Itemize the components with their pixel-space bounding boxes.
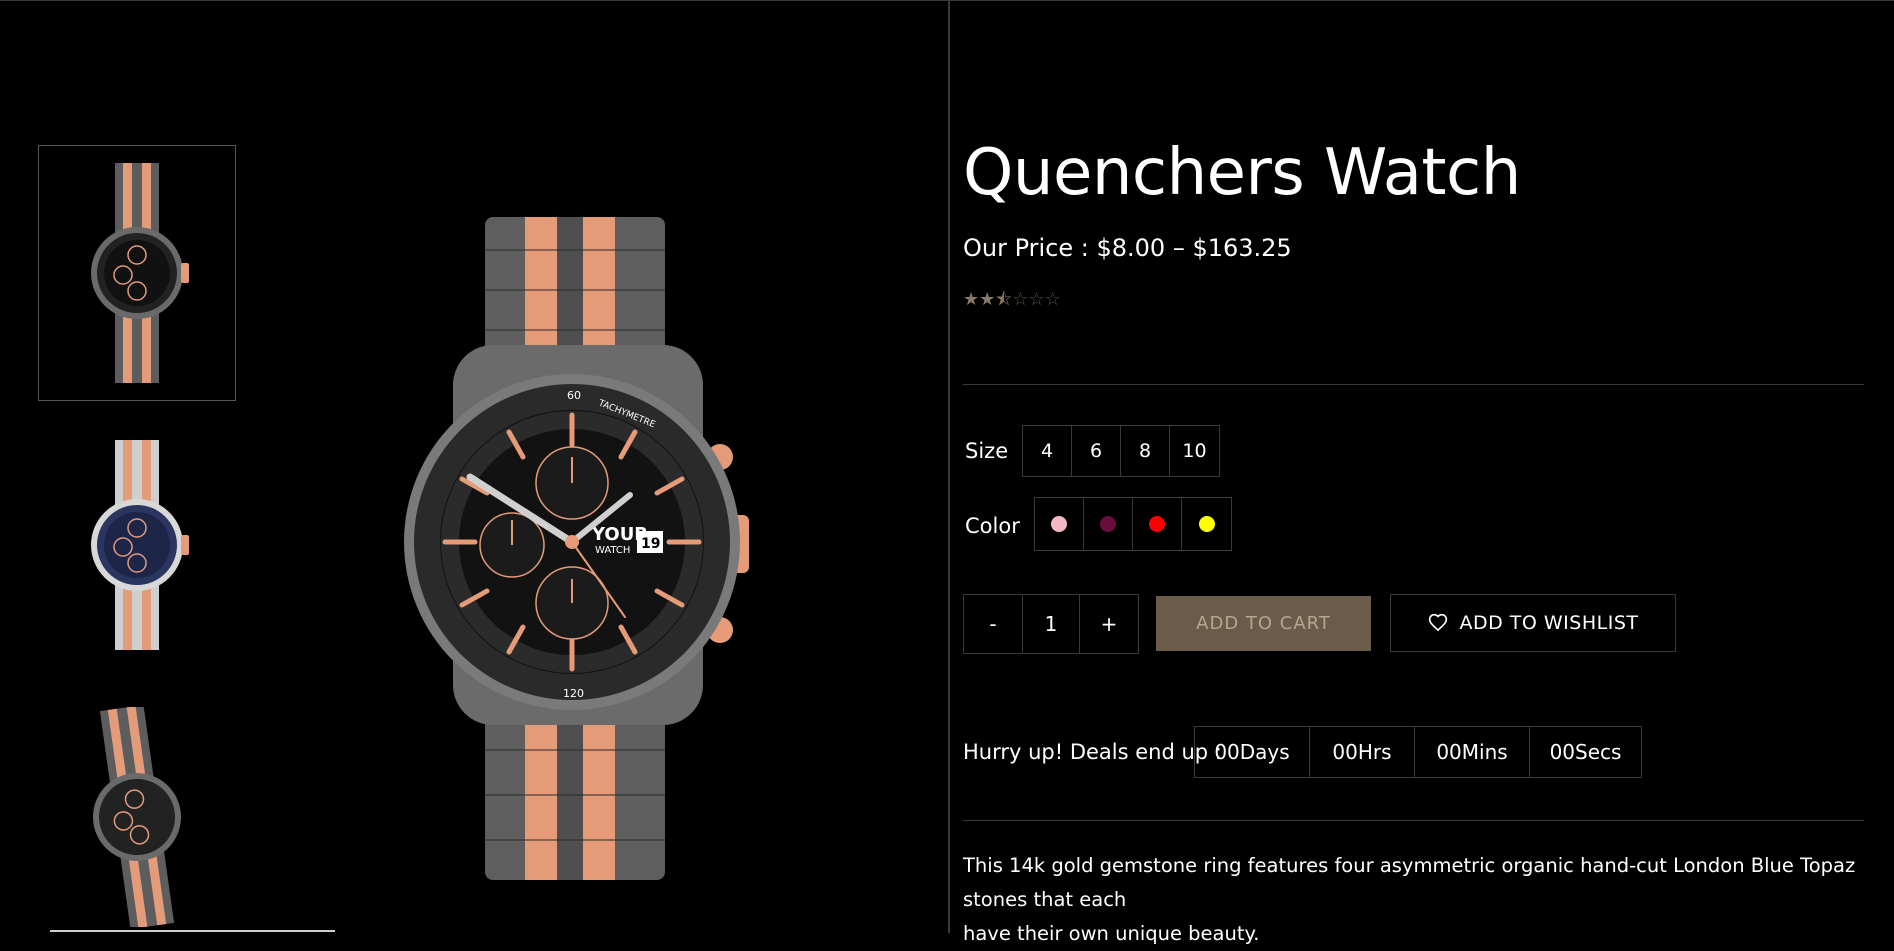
main-product-image[interactable]: 60 120 TACHYMETRE YOUR WATCH 19: [385, 205, 795, 885]
product-title: Quenchers Watch: [963, 136, 1521, 210]
star-icon: ★: [979, 289, 996, 310]
star-icon: ☆: [1012, 289, 1029, 310]
star-icon: ☆: [1044, 289, 1061, 310]
size-option-4[interactable]: 4: [1023, 426, 1072, 476]
deal-label: Hurry up! Deals end up :: [963, 740, 1222, 764]
bezel-top-text: 60: [567, 389, 581, 402]
color-option-red[interactable]: [1133, 498, 1182, 550]
countdown-days: 00Days: [1195, 727, 1310, 777]
color-options: [1034, 497, 1232, 551]
watch-thumbnail-image: [91, 163, 189, 383]
wishlist-label: ADD TO WISHLIST: [1459, 612, 1639, 634]
color-swatch: [1051, 516, 1067, 532]
color-swatch: [1198, 516, 1215, 532]
bezel-bottom-text: 120: [563, 687, 584, 700]
top-border: [0, 0, 1894, 1]
product-price: Our Price : $8.00 – $163.25: [963, 234, 1292, 262]
color-option-yellow[interactable]: [1182, 498, 1231, 550]
gallery-divider: [948, 0, 950, 933]
thumbnail-1[interactable]: [38, 145, 236, 401]
size-option-8[interactable]: 8: [1121, 426, 1170, 476]
quantity-stepper: - 1 +: [963, 594, 1139, 654]
star-icon: ★: [963, 289, 980, 310]
divider: [963, 384, 1864, 385]
product-rating: ★★⯪☆☆☆: [963, 287, 1061, 317]
date-window: 19: [641, 536, 660, 552]
add-to-cart-button[interactable]: ADD TO CART: [1156, 596, 1371, 651]
quantity-input[interactable]: 1: [1023, 595, 1080, 653]
color-option-maroon[interactable]: [1084, 498, 1133, 550]
color-option-pink[interactable]: [1035, 498, 1084, 550]
product-description: This 14k gold gemstone ring features fou…: [963, 849, 1863, 951]
star-icon: ☆: [1028, 289, 1045, 310]
heart-icon: [1428, 613, 1448, 633]
quantity-increase-button[interactable]: +: [1080, 595, 1138, 653]
description-line-2: have their own unique beauty.: [963, 922, 1260, 945]
dial-logo-line2: WATCH: [595, 545, 630, 556]
star-half-icon: ⯪: [995, 289, 1013, 310]
size-options: 4 6 8 10: [1022, 425, 1220, 477]
watch-image: 60 120 TACHYMETRE YOUR WATCH 19: [404, 217, 749, 880]
size-option-10[interactable]: 10: [1170, 426, 1219, 476]
thumbnail-2[interactable]: [38, 430, 236, 660]
description-line-1: This 14k gold gemstone ring features fou…: [963, 854, 1856, 911]
countdown-minutes: 00Mins: [1415, 727, 1530, 777]
countdown-seconds: 00Secs: [1549, 740, 1622, 764]
color-label: Color: [965, 514, 1020, 538]
thumbnail-3[interactable]: [38, 700, 236, 933]
quantity-decrease-button[interactable]: -: [964, 595, 1023, 653]
countdown-hours: 00Hrs: [1310, 727, 1415, 777]
divider: [963, 820, 1864, 821]
size-label: Size: [965, 439, 1009, 463]
deal-countdown: 00Days 00Hrs 00Mins 00Secs: [1194, 726, 1642, 778]
thumbnail-scroll-indicator[interactable]: [50, 930, 335, 932]
watch-thumbnail-image: [93, 706, 181, 927]
color-swatch: [1100, 516, 1116, 532]
size-option-6[interactable]: 6: [1072, 426, 1121, 476]
watch-thumbnail-image: [91, 440, 189, 650]
add-to-wishlist-button[interactable]: ADD TO WISHLIST: [1390, 594, 1676, 652]
color-swatch: [1149, 516, 1165, 532]
